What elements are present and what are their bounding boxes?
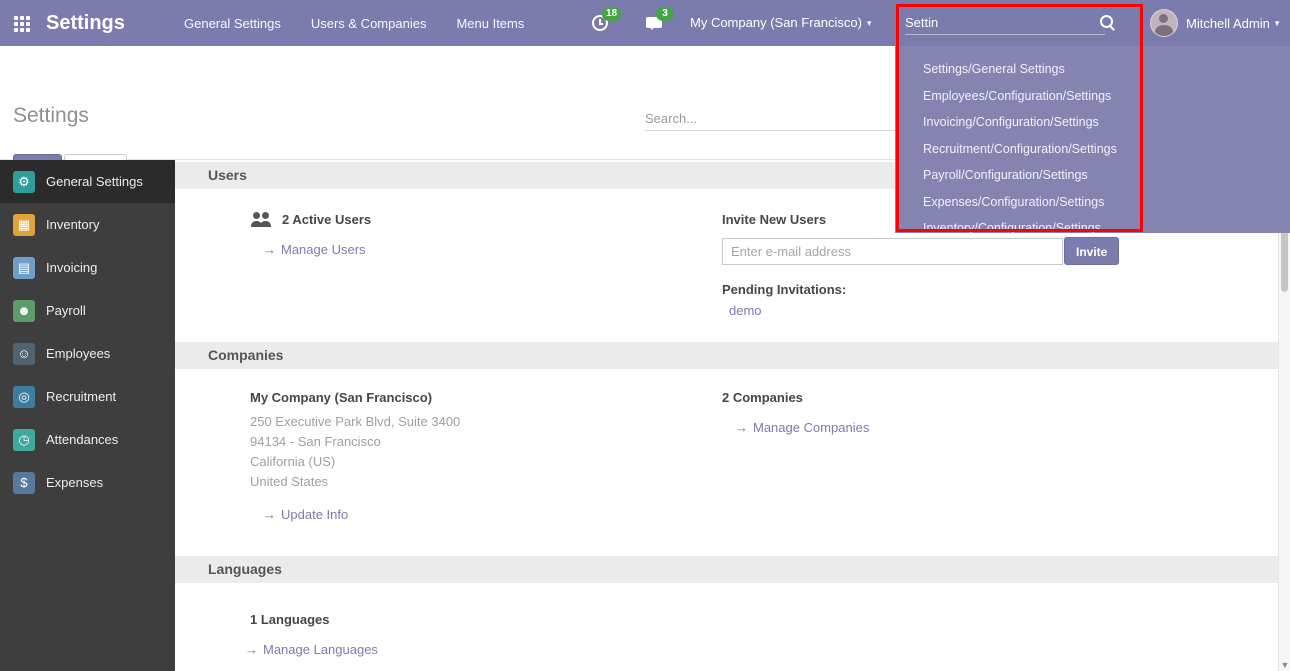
arrow-right-icon: → [735, 420, 748, 435]
sidebar-item-label: Expenses [46, 475, 103, 490]
active-users-title: 2 Active Users [250, 212, 722, 227]
user-name-label: Mitchell Admin [1186, 16, 1270, 31]
search-result-item[interactable]: Employees/Configuration/Settings [895, 83, 1290, 110]
search-result-item[interactable]: Inventory/Configuration/Settings [895, 215, 1290, 242]
user-menu[interactable]: Mitchell Admin ▾ [1150, 0, 1279, 46]
employees-icon: ☺ [13, 343, 35, 365]
company-address-line: 94134 - San Francisco [250, 432, 722, 452]
arrow-right-icon: → [263, 507, 276, 522]
sidebar-item-label: Recruitment [46, 389, 116, 404]
pending-user-link[interactable]: demo [729, 303, 762, 318]
search-result-item[interactable]: Settings/General Settings [895, 56, 1290, 83]
arrow-right-icon: → [245, 642, 258, 657]
update-info-link[interactable]: → Update Info [263, 507, 348, 522]
sidebar-item-label: Employees [46, 346, 110, 361]
menu-search-input[interactable] [905, 10, 1105, 35]
active-users-label: 2 Active Users [282, 212, 371, 227]
scroll-down-arrow-icon[interactable]: ▼ [1279, 660, 1290, 670]
sidebar-item[interactable]: ▦ Inventory [0, 203, 175, 246]
company-address-line: 250 Executive Park Blvd, Suite 3400 [250, 412, 722, 432]
company-address: 250 Executive Park Blvd, Suite 3400 9413… [250, 412, 722, 492]
chevron-down-icon: ▾ [867, 18, 872, 28]
search-icon[interactable] [1100, 15, 1113, 28]
languages-section: 1 Languages → Manage Languages [175, 612, 1278, 657]
nav-menu-item[interactable]: Users & Companies [311, 16, 427, 31]
arrow-right-icon: → [263, 242, 276, 257]
users-group-icon [250, 212, 274, 227]
company-switcher-label: My Company (San Francisco) [690, 15, 862, 30]
sidebar-item-label: Inventory [46, 217, 99, 232]
menu-search-dropdown: Settings/General Settings Employees/Conf… [895, 46, 1290, 233]
sidebar-item[interactable]: ◷ Attendances [0, 418, 175, 461]
pending-invitations-label: Pending Invitations: [722, 282, 1278, 297]
search-result-item[interactable]: Recruitment/Configuration/Settings [895, 136, 1290, 163]
expenses-icon: $ [13, 472, 35, 494]
companies-section: My Company (San Francisco) 250 Executive… [175, 390, 1278, 522]
settings-sidebar: ⚙ General Settings ▦ Inventory ▤ Invoici… [0, 160, 175, 671]
manage-companies-link[interactable]: → Manage Companies [735, 420, 869, 435]
sidebar-item[interactable]: ☻ Payroll [0, 289, 175, 332]
nav-menu: General Settings Users & Companies Menu … [184, 0, 524, 46]
chevron-down-icon: ▾ [1275, 18, 1280, 29]
search-result-item[interactable]: Payroll/Configuration/Settings [895, 162, 1290, 189]
search-result-item[interactable]: Invoicing/Configuration/Settings [895, 109, 1290, 136]
sidebar-item-label: General Settings [46, 174, 143, 189]
company-name-title: My Company (San Francisco) [250, 390, 722, 405]
sidebar-item[interactable]: ▤ Invoicing [0, 246, 175, 289]
sidebar-item-label: Payroll [46, 303, 86, 318]
gear-icon: ⚙ [13, 171, 35, 193]
attendances-icon: ◷ [13, 429, 35, 451]
manage-users-link[interactable]: → Manage Users [263, 242, 366, 257]
apps-menu-icon[interactable] [14, 16, 30, 32]
invoicing-icon: ▤ [13, 257, 35, 279]
section-header-languages: Languages [175, 556, 1278, 583]
nav-menu-item[interactable]: General Settings [184, 16, 281, 31]
record-search-input[interactable] [645, 106, 895, 131]
message-count-badge: 3 [656, 7, 674, 21]
recruitment-icon: ◎ [13, 386, 35, 408]
sidebar-item[interactable]: ⚙ General Settings [0, 160, 175, 203]
sidebar-item[interactable]: ☺ Employees [0, 332, 175, 375]
sidebar-item-label: Invoicing [46, 260, 97, 275]
company-address-line: California (US) [250, 452, 722, 472]
avatar [1150, 9, 1178, 37]
activity-count-badge: 18 [602, 7, 621, 21]
page-title: Settings [13, 104, 89, 128]
nav-menu-item[interactable]: Menu Items [456, 16, 524, 31]
company-switcher[interactable]: My Company (San Francisco) ▾ [690, 0, 871, 46]
app-title: Settings [46, 0, 125, 46]
sidebar-item-label: Attendances [46, 432, 118, 447]
menu-search-results: Settings/General Settings Employees/Conf… [895, 46, 1290, 242]
invite-email-input[interactable] [722, 238, 1063, 265]
companies-count-title: 2 Companies [722, 390, 1278, 405]
inventory-icon: ▦ [13, 214, 35, 236]
payroll-icon: ☻ [13, 300, 35, 322]
sidebar-item[interactable]: ◎ Recruitment [0, 375, 175, 418]
search-result-item[interactable]: Expenses/Configuration/Settings [895, 189, 1290, 216]
sidebar-item[interactable]: $ Expenses [0, 461, 175, 504]
company-address-line: United States [250, 472, 722, 492]
languages-count-title: 1 Languages [250, 612, 722, 627]
section-header-companies: Companies [175, 342, 1278, 369]
manage-languages-link[interactable]: → Manage Languages [245, 642, 378, 657]
